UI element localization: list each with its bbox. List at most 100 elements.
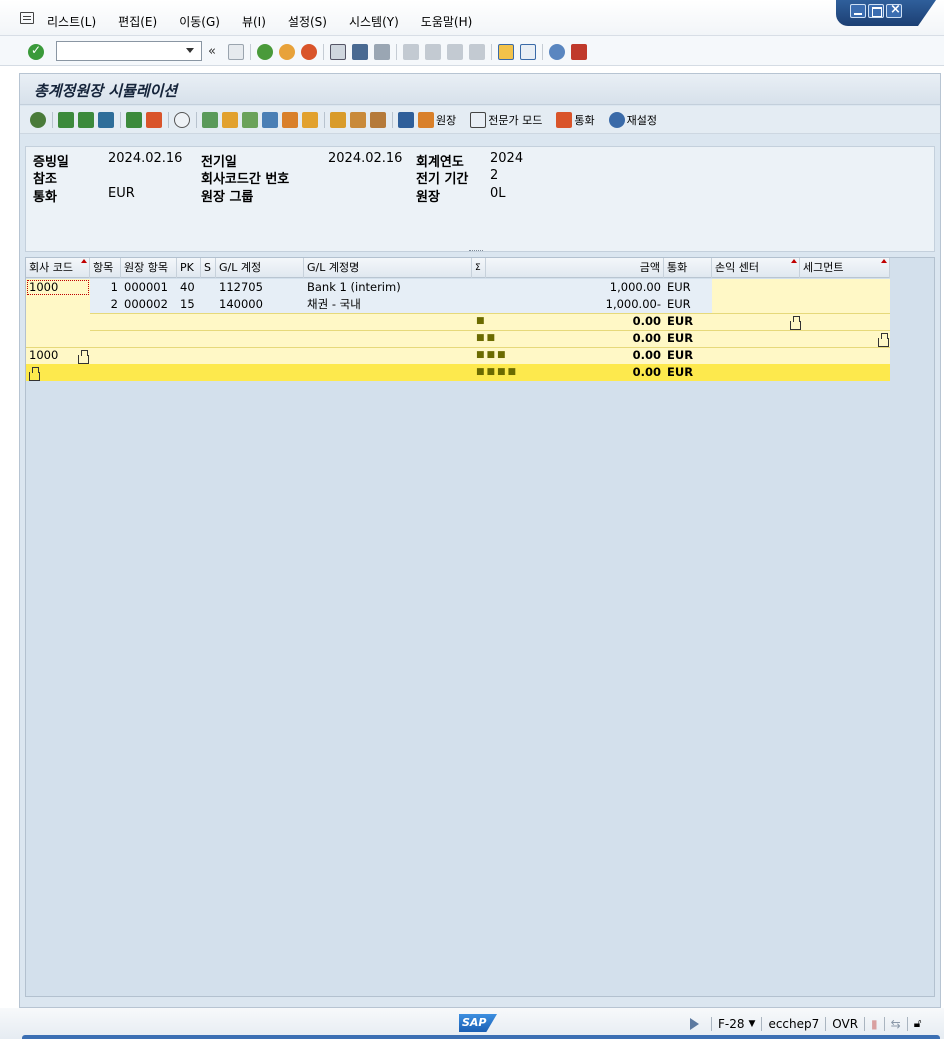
cell-currency[interactable]: EUR [664,296,712,313]
lock-icon[interactable]: 🔓︎ [914,1016,922,1031]
expert-mode-button[interactable]: 전문가 모드 [470,111,542,128]
new-session-icon[interactable] [498,44,514,60]
menu-settings[interactable]: 설정(S) [288,13,327,30]
separator [711,1016,712,1031]
cell-ledger-item[interactable]: 000001 [121,279,177,296]
next-page-icon[interactable] [447,44,463,60]
separator [491,44,492,60]
save-icon[interactable] [228,44,244,60]
splitter-handle[interactable] [469,250,483,253]
ledger-button[interactable]: 원장 [418,111,456,128]
window-controls [836,0,936,26]
reset-button-label: 재설정 [626,113,657,127]
shortcut-icon[interactable] [520,44,536,60]
header-row-3: 통화 EUR 원장 그룹 원장 0L [26,186,934,205]
cell-gl-name[interactable]: 채권 - 국내 [304,296,472,313]
cancel-icon[interactable] [301,44,317,60]
cell-item[interactable]: 1 [90,279,121,296]
previous-page-icon[interactable] [425,44,441,60]
word-processing-icon[interactable] [242,111,258,128]
menu-goto[interactable]: 이동(G) [179,13,220,30]
first-page-icon[interactable] [403,44,419,60]
cell-ledger-item[interactable]: 000002 [121,296,177,313]
column-header-sigma[interactable]: Σ [472,258,486,278]
total-sum-icon[interactable] [29,367,40,381]
help-icon[interactable] [549,44,565,60]
column-header-gl-account[interactable]: G/L 계정 [216,258,304,278]
column-header-gl-name[interactable]: G/L 계정명 [304,258,472,278]
column-header-amount[interactable]: 금액 [486,258,664,278]
fiscal-year-value: 2024 [490,151,524,166]
ledger-icon [418,111,434,128]
menu-help[interactable]: 도움말(H) [421,13,473,30]
change-layout-icon[interactable] [330,111,346,128]
menu-list-icon[interactable] [20,12,34,24]
column-header-s[interactable]: S [201,258,216,278]
subtotal-sum-icon[interactable] [878,333,889,347]
command-field[interactable] [56,41,202,61]
insert-mode[interactable]: OVR [832,1017,858,1031]
transaction-code[interactable]: F-28 [718,1017,745,1031]
menu-system[interactable]: 시스템(Y) [349,13,399,30]
cell-amount[interactable]: 1,000.00- [472,296,664,313]
find-icon[interactable] [352,44,368,60]
menu-list[interactable]: 리스트(L) [47,13,96,30]
column-header-segment[interactable]: 세그먼트 [800,258,890,278]
exit-icon[interactable] [279,44,295,60]
column-header-currency[interactable]: 통화 [664,258,712,278]
intercompany-label: 회사코드간 번호 [201,172,290,187]
filter-icon[interactable] [98,111,114,128]
sort-ascending-icon[interactable] [58,111,74,128]
cell-pk[interactable]: 40 [177,279,201,296]
send-icon[interactable] [282,111,298,128]
total-icon[interactable] [126,111,142,128]
column-header-company-code[interactable]: 회사 코드 [26,258,90,278]
status-toggle-icon[interactable] [690,1017,699,1030]
cell-gl-account[interactable]: 140000 [216,296,304,313]
currency-button[interactable]: 통화 [556,111,595,128]
column-header-pk[interactable]: PK [177,258,201,278]
print-icon[interactable] [330,44,346,60]
cell-company-code[interactable]: 1000 [26,279,90,296]
spreadsheet-icon[interactable] [222,111,238,128]
cell-currency[interactable]: EUR [664,279,712,296]
close-icon[interactable] [886,2,902,18]
subtotal-sum-icon[interactable] [790,316,801,330]
cell-item[interactable]: 2 [90,296,121,313]
back-icon[interactable] [257,44,273,60]
print-preview-icon[interactable] [174,111,190,128]
graphic-icon[interactable] [302,111,318,128]
sort-descending-icon[interactable] [78,111,94,128]
cell-gl-account[interactable]: 112705 [216,279,304,296]
reset-button[interactable]: 재설정 [608,111,657,128]
details-icon[interactable] [30,111,46,128]
transaction-dropdown-icon[interactable]: ▼ [749,1019,756,1029]
local-file-icon[interactable] [262,111,278,128]
minimize-icon[interactable] [850,4,866,18]
find-next-icon[interactable] [374,44,390,60]
save-layout-icon[interactable] [370,111,386,128]
collapse-command-icon[interactable]: « [208,44,216,59]
cell-gl-name[interactable]: Bank 1 (interim) [304,279,472,296]
maximize-icon[interactable] [868,4,884,18]
column-header-profit-center[interactable]: 손익 센터 [712,258,800,278]
subtotal-icon[interactable] [146,111,162,128]
menu-edit[interactable]: 편집(E) [118,13,157,30]
cell-pk[interactable]: 15 [177,296,201,313]
separator [864,1016,866,1031]
menu-view[interactable]: 뷰(I) [242,13,266,30]
column-header-item[interactable]: 항목 [90,258,121,278]
information-icon[interactable] [398,111,414,128]
export-icon[interactable] [202,111,218,128]
column-header-ledger-item[interactable]: 원장 항목 [121,258,177,278]
enter-check-icon[interactable] [28,43,44,60]
subtotal-row[interactable] [26,347,890,364]
transfer-icon[interactable]: ⇆ [891,1017,901,1031]
cell-amount[interactable]: 1,000.00 [472,279,664,296]
select-layout-icon[interactable] [350,111,366,128]
command-dropdown-icon[interactable] [186,48,194,53]
layout-menu-icon[interactable] [571,44,587,60]
last-page-icon[interactable] [469,44,485,60]
total-row[interactable] [26,364,890,381]
subtotal-sum-icon[interactable] [78,350,89,364]
